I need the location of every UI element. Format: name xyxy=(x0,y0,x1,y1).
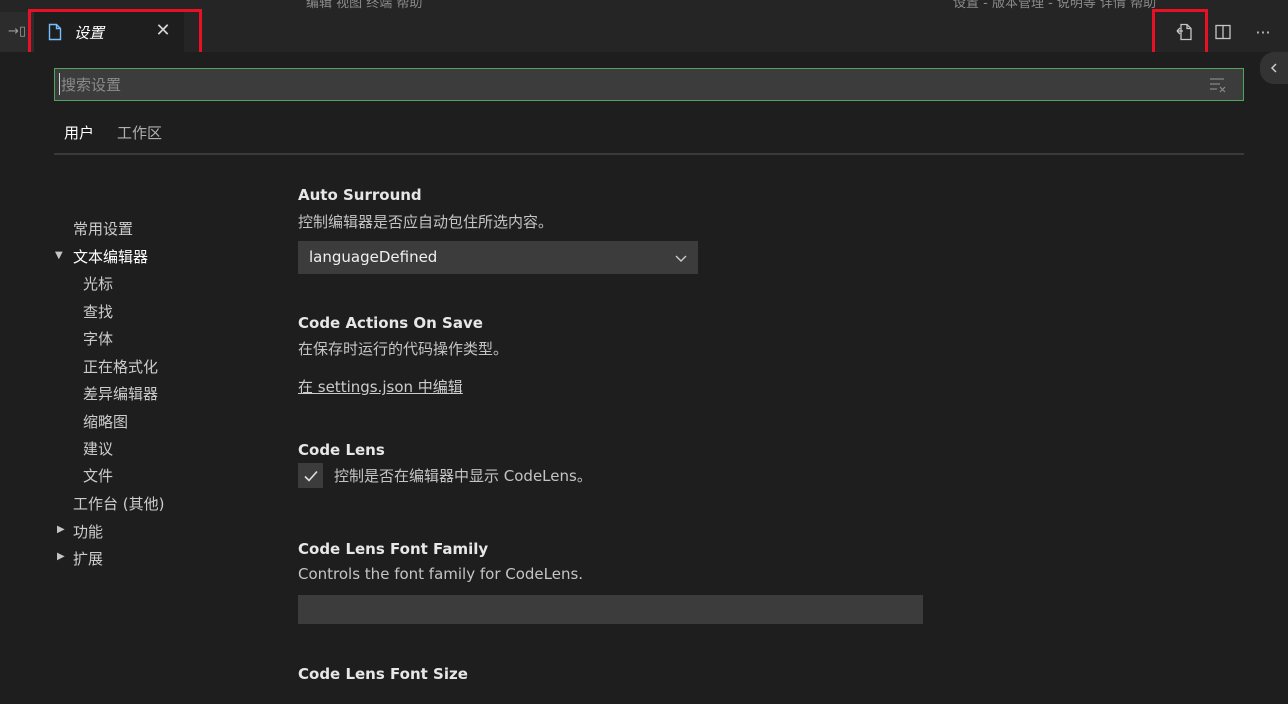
close-icon[interactable]: ✕ xyxy=(152,20,174,42)
clear-filter-icon[interactable] xyxy=(1208,76,1228,94)
chevron-down-icon xyxy=(675,255,687,262)
toc-item-find[interactable]: 查找 xyxy=(83,301,113,322)
toc-item-text-editor[interactable]: 文本编辑器 xyxy=(73,246,148,267)
select-value: languageDefined xyxy=(309,248,438,266)
toc-item-extensions[interactable]: 扩展 xyxy=(73,548,103,569)
editor-tab-bar: →▯ 设置 ✕ ··· xyxy=(0,12,1288,52)
code-lens-checkbox-label: 控制是否在编辑器中显示 CodeLens。 xyxy=(334,467,592,485)
code-lens-font-family-input[interactable] xyxy=(298,595,923,624)
edit-in-settings-json-link[interactable]: 在 settings.json 中编辑 xyxy=(298,376,463,397)
file-icon xyxy=(48,23,62,41)
tab-settings[interactable]: 设置 ✕ xyxy=(34,12,184,52)
setting-desc-code-actions-on-save: 在保存时运行的代码操作类型。 xyxy=(298,340,509,358)
setting-title-code-lens: Code Lens xyxy=(298,441,385,459)
setting-title-code-actions-on-save: Code Actions On Save xyxy=(298,314,483,332)
setting-desc-auto-surround: 控制编辑器是否应自动包住所选内容。 xyxy=(298,213,554,231)
toc-item-features[interactable]: 功能 xyxy=(73,521,103,542)
toc-item-commonly-used[interactable]: 常用设置 xyxy=(73,218,133,239)
checkmark-icon xyxy=(303,470,318,482)
split-editor-button[interactable] xyxy=(1210,20,1236,44)
collapsed-arrow-icon[interactable]: ▶ xyxy=(57,551,65,562)
search-box xyxy=(54,68,1244,101)
code-lens-checkbox[interactable] xyxy=(298,463,323,488)
toc-item-files[interactable]: 文件 xyxy=(83,465,113,486)
collapse-sidebar-toggle[interactable] xyxy=(1260,52,1288,84)
window-title-text: 设置 - 版本管理 - 说明等 详情 帮助 xyxy=(953,0,1157,11)
search-input[interactable] xyxy=(61,71,1191,98)
collapse-panel-icon[interactable]: →▯ xyxy=(8,24,26,39)
text-caret xyxy=(59,73,60,95)
tab-workspace[interactable]: 工作区 xyxy=(117,122,162,143)
setting-title-code-lens-font-family: Code Lens Font Family xyxy=(298,540,489,558)
toc-item-diff-editor[interactable]: 差异编辑器 xyxy=(83,383,158,404)
tab-user[interactable]: 用户 xyxy=(64,122,94,143)
more-icon: ··· xyxy=(1255,22,1271,42)
expanded-arrow-icon[interactable]: ▼ xyxy=(55,250,63,261)
toc-item-cursor[interactable]: 光标 xyxy=(83,273,113,294)
collapsed-arrow-icon[interactable]: ▶ xyxy=(57,524,65,535)
toc-item-formatting[interactable]: 正在格式化 xyxy=(83,356,158,377)
setting-desc-code-lens-font-family: Controls the font family for CodeLens. xyxy=(298,565,584,583)
setting-title-auto-surround: Auto Surround xyxy=(298,186,422,204)
auto-surround-select[interactable]: languageDefined xyxy=(298,241,698,274)
open-settings-json-button[interactable] xyxy=(1171,20,1197,44)
tab-title: 设置 xyxy=(74,24,105,42)
scope-divider xyxy=(54,153,1244,155)
more-actions-button[interactable]: ··· xyxy=(1250,20,1276,44)
toc-item-workbench-other[interactable]: 工作台 (其他) xyxy=(73,493,164,514)
tab-bar-gutter: →▯ xyxy=(0,12,34,52)
menu-strip-text: 编辑 视图 终端 帮助 xyxy=(306,0,423,11)
title-strip: 编辑 视图 终端 帮助 设置 - 版本管理 - 说明等 详情 帮助 xyxy=(0,0,1288,12)
toc-item-minimap[interactable]: 缩略图 xyxy=(83,411,128,432)
split-editor-icon xyxy=(1215,24,1231,40)
setting-title-code-lens-font-size: Code Lens Font Size xyxy=(298,665,468,683)
toc-item-font[interactable]: 字体 xyxy=(83,328,113,349)
chevron-left-icon xyxy=(1270,63,1277,73)
toc-item-suggestions[interactable]: 建议 xyxy=(83,438,113,459)
open-settings-json-icon xyxy=(1176,23,1192,41)
